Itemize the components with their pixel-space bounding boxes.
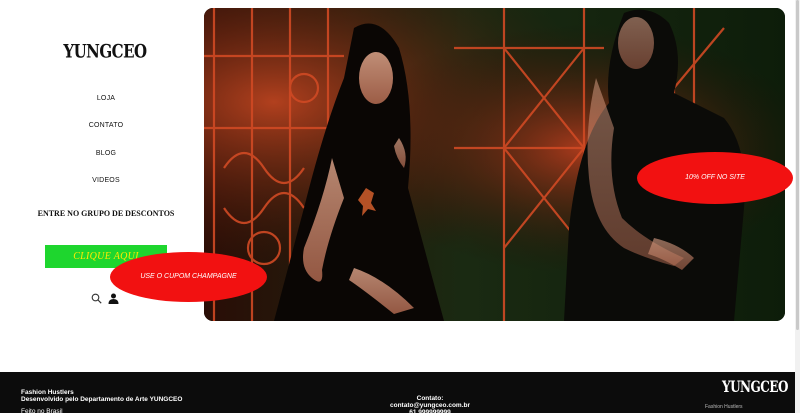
footer-line1: Fashion Hustlers <box>21 389 74 396</box>
footer-contact-heading: Contato: <box>416 395 444 402</box>
nav-item-contato[interactable]: CONTATO <box>0 122 212 129</box>
footer-logo[interactable]: YUNGCEO <box>722 378 788 396</box>
footer-info: Fashion Hustlers Desenvolvido pelo Depar… <box>21 389 182 415</box>
footer: Fashion Hustlers Desenvolvido pelo Depar… <box>0 372 795 416</box>
nav-item-videos[interactable]: VIDEOS <box>0 177 212 184</box>
footer-line3: Feito no Brasil <box>21 408 63 415</box>
discount-group-text: ENTRE NO GRUPO DE DESCONTOS <box>37 209 175 218</box>
nav-item-loja[interactable]: LOJA <box>0 95 212 102</box>
footer-contact-email[interactable]: contato@yungceo.com.br <box>376 402 484 409</box>
search-icon[interactable] <box>91 291 102 309</box>
coupon-badge[interactable]: USE O CUPOM CHAMPAGNE <box>110 252 267 302</box>
account-icon[interactable] <box>108 291 119 309</box>
discount-badge[interactable]: 10% OFF NO SITE <box>637 152 793 204</box>
brand-logo[interactable]: YUNGCEO <box>0 40 210 63</box>
sidebar: YUNGCEO LOJA CONTATO BLOG VIDEOS ENTRE N… <box>0 0 204 372</box>
footer-line2: Desenvolvido pelo Departamento de Arte Y… <box>21 396 183 403</box>
scrollbar-thumb[interactable] <box>796 0 799 330</box>
footer-tagline: Fashion Hustlers <box>705 404 743 410</box>
nav-item-blog[interactable]: BLOG <box>0 150 212 157</box>
